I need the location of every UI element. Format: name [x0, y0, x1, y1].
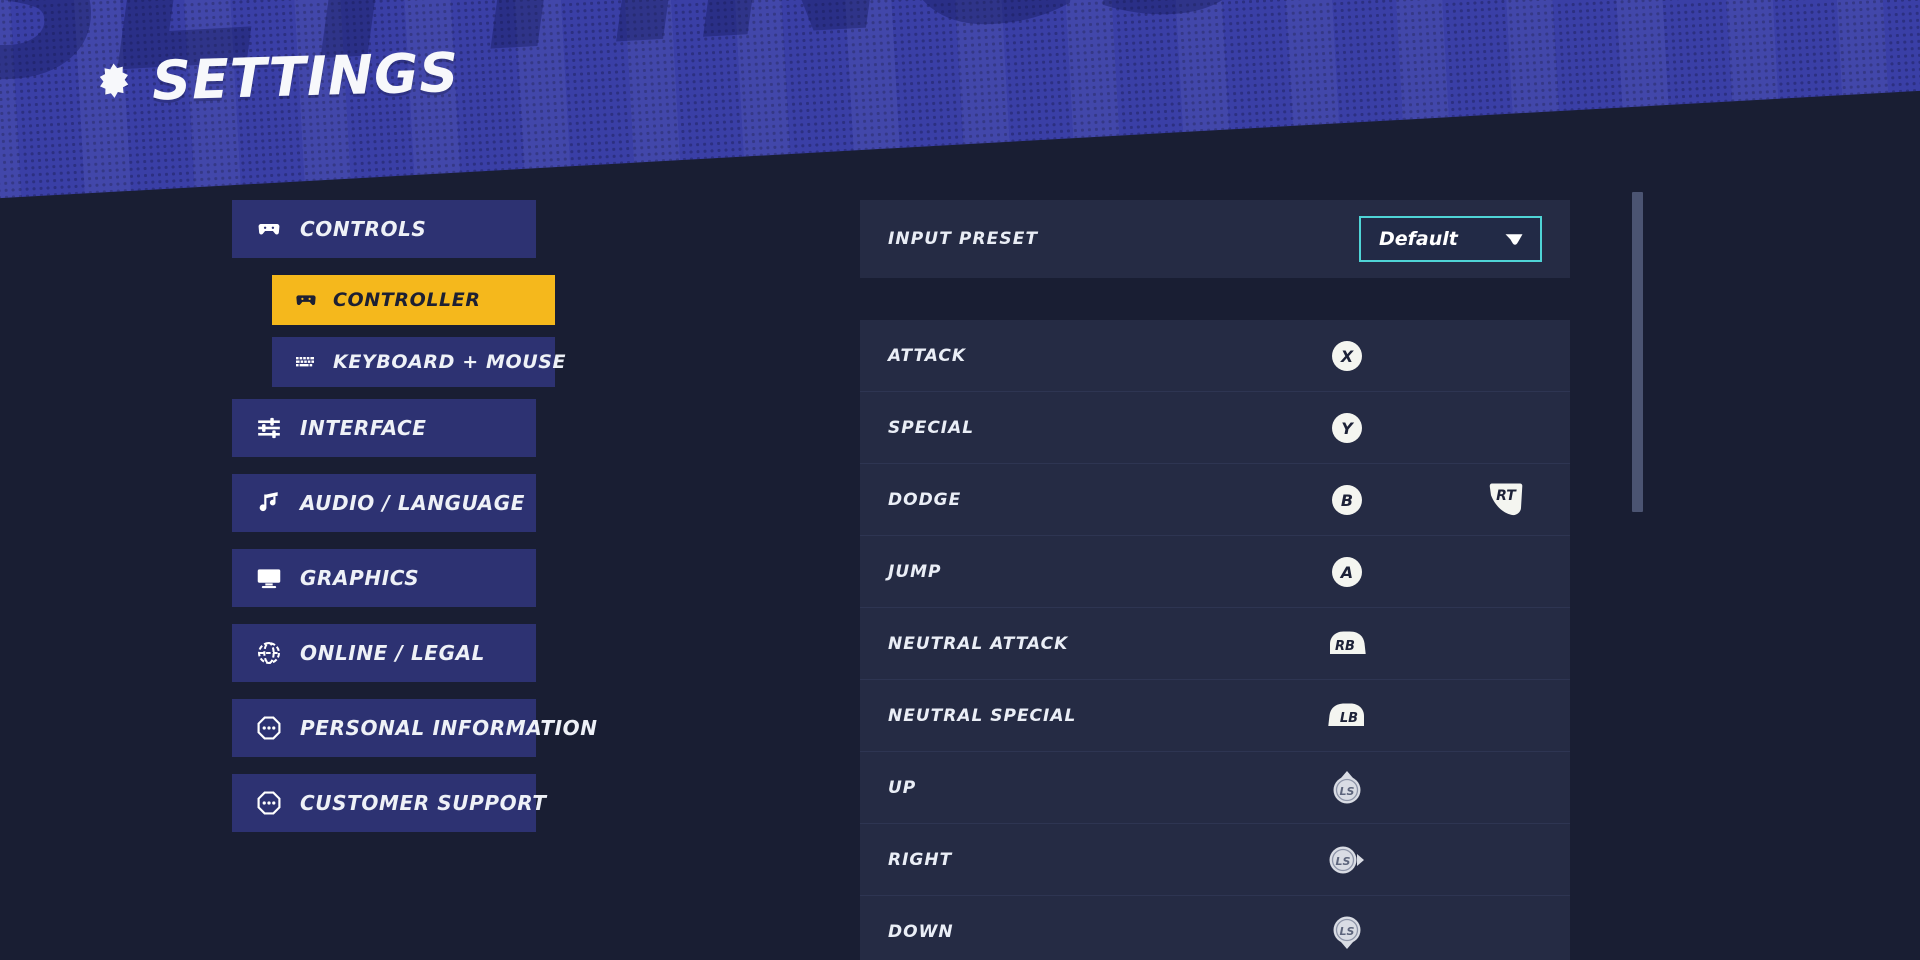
binding-action-label: NEUTRAL SPECIAL — [888, 705, 1077, 726]
binding-action-label: JUMP — [888, 561, 942, 582]
music-note-icon — [259, 492, 278, 512]
keybinding-list: ATTACK X SPECIAL Y DODGE B RT JUMP A NEU… — [860, 320, 1570, 960]
binding-primary-glyph[interactable]: LS — [1308, 914, 1386, 950]
gamepad-icon — [296, 295, 316, 306]
glyph-text: A — [1339, 563, 1353, 582]
settings-content: INPUT PRESET Default ATTACK X SPECIAL Y … — [860, 200, 1570, 960]
trigger-rt-icon: RT — [1489, 483, 1523, 515]
speech-dots-icon — [257, 791, 281, 815]
sidebar-item-interface[interactable]: INTERFACE — [232, 399, 536, 457]
sidebar-item-personal-information[interactable]: PERSONAL INFORMATION — [232, 699, 597, 757]
glyph-text: LS — [1336, 855, 1351, 868]
input-preset-label: INPUT PRESET — [888, 229, 1039, 249]
binding-primary-glyph[interactable]: RB — [1308, 629, 1386, 659]
glyph-text: X — [1340, 347, 1354, 366]
stick-right-icon: LS — [1329, 846, 1364, 873]
sidebar-item-label: INTERFACE — [300, 416, 427, 440]
binding-primary-glyph[interactable]: X — [1308, 339, 1386, 373]
page-title-row: SETTINGS — [91, 41, 460, 114]
bumper-lb-icon: LB — [1328, 703, 1364, 726]
glyph-text: Y — [1341, 419, 1354, 438]
chevron-down-icon — [1505, 233, 1523, 245]
glyph-text: RB — [1335, 639, 1355, 654]
table-row[interactable]: NEUTRAL SPECIAL LB — [860, 680, 1570, 752]
bumper-rb-icon: RB — [1330, 631, 1366, 654]
settings-sidebar: CONTROLS CONTROLLER KEYBOARD + MOUSE INT… — [232, 200, 597, 849]
input-preset-row: INPUT PRESET Default — [860, 200, 1570, 278]
sidebar-item-graphics[interactable]: GRAPHICS — [232, 549, 536, 607]
glyph-text: B — [1341, 491, 1353, 510]
glyph-text: LS — [1340, 785, 1355, 798]
button-x-icon: X — [1332, 340, 1362, 371]
glyph-text: LB — [1340, 711, 1358, 726]
binding-secondary-glyph[interactable]: RT — [1466, 480, 1544, 520]
sidebar-item-label: PERSONAL INFORMATION — [300, 716, 598, 740]
binding-action-label: ATTACK — [888, 345, 967, 366]
sidebar-item-keyboard-mouse[interactable]: KEYBOARD + MOUSE — [272, 337, 566, 387]
table-row[interactable]: JUMP A — [860, 536, 1570, 608]
sidebar-item-label: CUSTOMER SUPPORT — [300, 791, 547, 815]
binding-primary-glyph[interactable]: LS — [1308, 844, 1386, 876]
binding-primary-glyph[interactable]: B — [1308, 483, 1386, 517]
input-preset-value: Default — [1379, 228, 1458, 250]
header-banner: SETTINGS SETTINGS — [0, 0, 1920, 200]
table-row[interactable]: NEUTRAL ATTACK RB — [860, 608, 1570, 680]
content-scrollbar-track[interactable] — [1632, 192, 1643, 960]
table-row[interactable]: RIGHT LS — [860, 824, 1570, 896]
table-row[interactable]: UP LS — [860, 752, 1570, 824]
monitor-icon — [257, 569, 281, 589]
binding-primary-glyph[interactable]: A — [1308, 555, 1386, 589]
binding-primary-glyph[interactable]: LB — [1308, 701, 1386, 731]
stick-up-icon: LS — [1333, 770, 1361, 803]
binding-action-label: RIGHT — [888, 849, 953, 870]
binding-primary-glyph[interactable]: Y — [1308, 411, 1386, 445]
sidebar-item-customer-support[interactable]: CUSTOMER SUPPORT — [232, 774, 546, 832]
sidebar-item-label: ONLINE / LEGAL — [300, 641, 486, 665]
gamepad-icon — [258, 224, 280, 235]
content-scrollbar-thumb[interactable] — [1632, 192, 1643, 512]
gear-icon — [99, 62, 129, 98]
sidebar-item-audio-language[interactable]: AUDIO / LANGUAGE — [232, 474, 536, 532]
sidebar-item-controls[interactable]: CONTROLS — [232, 200, 536, 258]
binding-primary-glyph[interactable]: LS — [1308, 770, 1386, 806]
sidebar-item-label: CONTROLLER — [333, 289, 481, 311]
button-y-icon: Y — [1332, 412, 1362, 443]
glyph-text: LS — [1340, 925, 1355, 938]
binding-action-label: NEUTRAL ATTACK — [888, 633, 1069, 654]
sidebar-item-online-legal[interactable]: ONLINE / LEGAL — [232, 624, 536, 682]
speech-dots-icon — [257, 716, 281, 740]
binding-action-label: SPECIAL — [888, 417, 975, 438]
sidebar-item-label: KEYBOARD + MOUSE — [333, 351, 567, 373]
keyboard-icon — [296, 357, 314, 367]
sliders-icon — [258, 417, 280, 439]
glyph-text: RT — [1496, 488, 1517, 504]
sidebar-item-label: AUDIO / LANGUAGE — [300, 491, 525, 515]
sidebar-item-label: GRAPHICS — [300, 566, 420, 590]
input-preset-dropdown[interactable]: Default — [1359, 216, 1542, 262]
button-b-icon: B — [1332, 484, 1362, 515]
table-row[interactable]: DOWN LS — [860, 896, 1570, 960]
binding-action-label: DOWN — [888, 922, 954, 942]
table-row[interactable]: SPECIAL Y — [860, 392, 1570, 464]
binding-action-label: DODGE — [888, 489, 962, 510]
sidebar-item-controller[interactable]: CONTROLLER — [272, 275, 555, 325]
sidebar-item-label: CONTROLS — [300, 217, 427, 241]
table-row[interactable]: DODGE B RT — [860, 464, 1570, 536]
page-title: SETTINGS — [151, 40, 461, 113]
stick-down-icon: LS — [1333, 916, 1361, 949]
table-row[interactable]: ATTACK X — [860, 320, 1570, 392]
binding-action-label: UP — [888, 777, 917, 798]
settings-screen: SETTINGS SETTINGS CONTROLS — [0, 0, 1920, 960]
button-a-icon: A — [1332, 556, 1362, 587]
globe-icon — [258, 642, 280, 664]
